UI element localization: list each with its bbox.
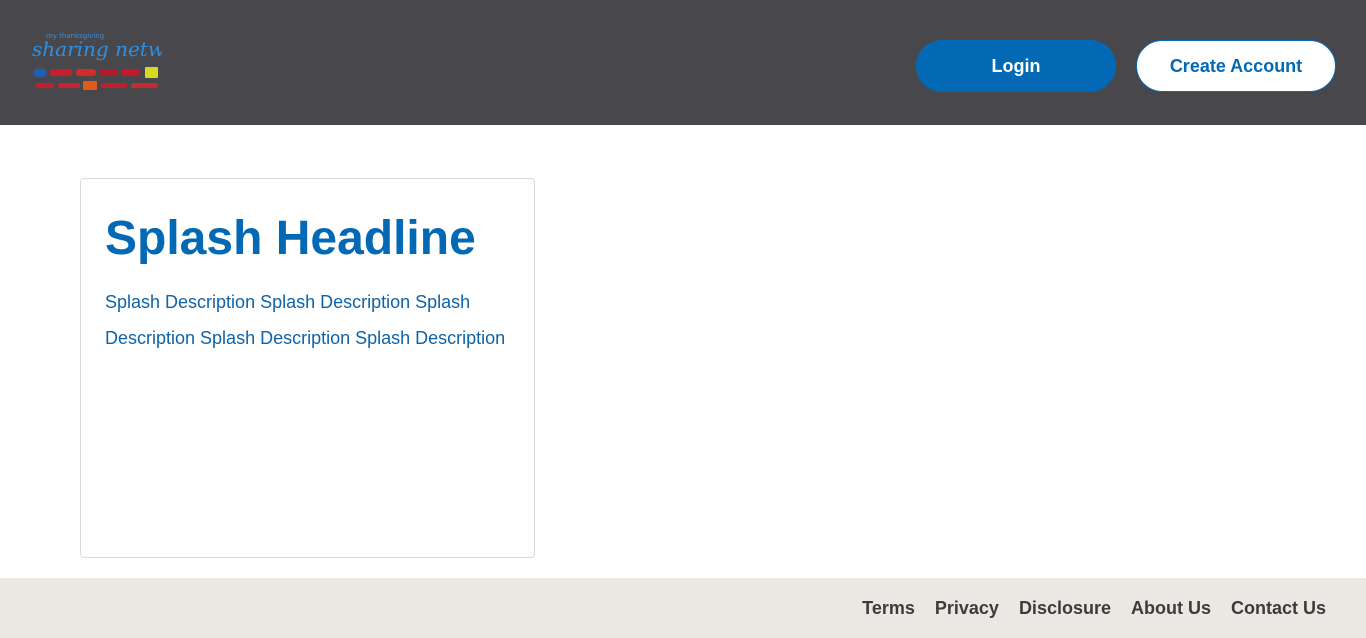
footer-link-terms[interactable]: Terms xyxy=(862,598,915,619)
footer-link-privacy[interactable]: Privacy xyxy=(935,598,999,619)
splash-headline: Splash Headline xyxy=(105,212,476,265)
site-footer: Terms Privacy Disclosure About Us Contac… xyxy=(0,578,1366,638)
footer-link-about-us[interactable]: About Us xyxy=(1131,598,1211,619)
footer-link-contact-us[interactable]: Contact Us xyxy=(1231,598,1326,619)
svg-text:sharing network: sharing network xyxy=(32,37,162,61)
footer-nav: Terms Privacy Disclosure About Us Contac… xyxy=(862,578,1326,638)
footer-link-disclosure[interactable]: Disclosure xyxy=(1019,598,1111,619)
splash-description: Splash Description Splash Description Sp… xyxy=(105,292,506,348)
logo-image: my thanksgiving sharing network xyxy=(32,32,162,90)
site-header: my thanksgiving sharing network Login Cr… xyxy=(0,0,1366,125)
splash-card: Splash Headline Splash Description Splas… xyxy=(80,178,535,558)
create-account-button[interactable]: Create Account xyxy=(1136,40,1336,92)
site-logo[interactable]: my thanksgiving sharing network xyxy=(32,30,162,94)
login-button[interactable]: Login xyxy=(916,40,1116,92)
